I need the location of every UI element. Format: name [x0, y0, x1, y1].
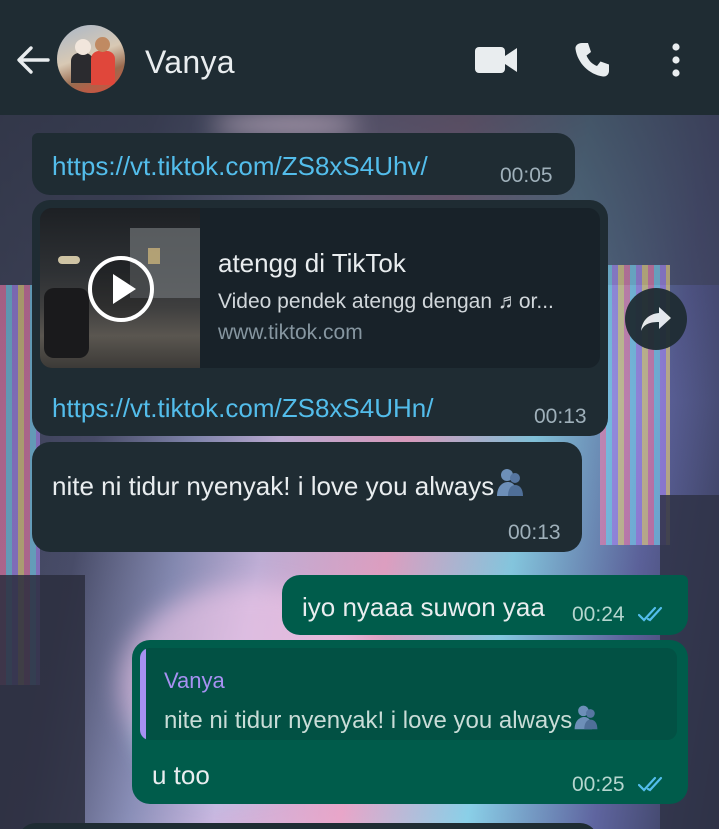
arrow-left-icon[interactable]: [14, 41, 52, 79]
message-time: 00:24: [572, 603, 625, 626]
quote-accent-bar: [140, 648, 146, 740]
partial-message-bubble: [18, 823, 598, 829]
incoming-message[interactable]: https://vt.tiktok.com/ZS8xS4Uhv/ 00:05: [32, 133, 575, 195]
video-thumbnail: [40, 208, 200, 368]
chat-header: Vanya: [0, 0, 719, 115]
video-call-icon[interactable]: [474, 44, 518, 76]
more-vertical-icon[interactable]: [664, 40, 688, 80]
read-receipt-icon: [638, 606, 663, 622]
outgoing-reply-message[interactable]: Vanya nite ni tidur nyenyak! i love you …: [132, 640, 688, 804]
message-link[interactable]: https://vt.tiktok.com/ZS8xS4UHn/: [52, 393, 433, 424]
contact-name[interactable]: Vanya: [145, 44, 235, 81]
message-time: 00:25: [572, 773, 625, 796]
message-text: iyo nyaaa suwon yaa: [302, 592, 545, 622]
message-time: 00:05: [500, 164, 553, 187]
people-hugging-emoji-icon: [574, 705, 598, 730]
people-hugging-emoji-icon: [497, 469, 524, 496]
preview-domain: www.tiktok.com: [218, 321, 363, 344]
message-text: u too: [152, 760, 210, 790]
outgoing-message[interactable]: iyo nyaaa suwon yaa 00:24: [282, 575, 688, 635]
incoming-message-with-preview[interactable]: atengg di TikTok Video pendek atengg den…: [32, 200, 608, 436]
read-receipt-icon: [638, 776, 663, 792]
message-text: nite ni tidur nyenyak! i love you always: [52, 466, 526, 502]
message-text-content: nite ni tidur nyenyak! i love you always: [52, 471, 495, 501]
quoted-text-content: nite ni tidur nyenyak! i love you always: [164, 707, 573, 734]
quoted-text: nite ni tidur nyenyak! i love you always: [164, 703, 600, 735]
quoted-sender-name: Vanya: [164, 668, 225, 693]
incoming-message[interactable]: nite ni tidur nyenyak! i love you always…: [32, 442, 582, 552]
quoted-message[interactable]: Vanya nite ni tidur nyenyak! i love you …: [140, 648, 677, 740]
message-time: 00:13: [508, 521, 561, 544]
link-preview-card[interactable]: atengg di TikTok Video pendek atengg den…: [40, 208, 600, 368]
phone-icon[interactable]: [572, 40, 612, 80]
message-time: 00:13: [534, 405, 587, 428]
preview-title: atengg di TikTok: [218, 248, 406, 278]
contact-avatar[interactable]: [57, 25, 125, 93]
message-link[interactable]: https://vt.tiktok.com/ZS8xS4Uhv/: [52, 151, 428, 182]
forward-button[interactable]: [625, 288, 687, 350]
forward-icon: [641, 307, 671, 331]
preview-description: Video pendek atengg dengan ♬or...: [218, 290, 554, 313]
play-icon[interactable]: [86, 254, 156, 324]
